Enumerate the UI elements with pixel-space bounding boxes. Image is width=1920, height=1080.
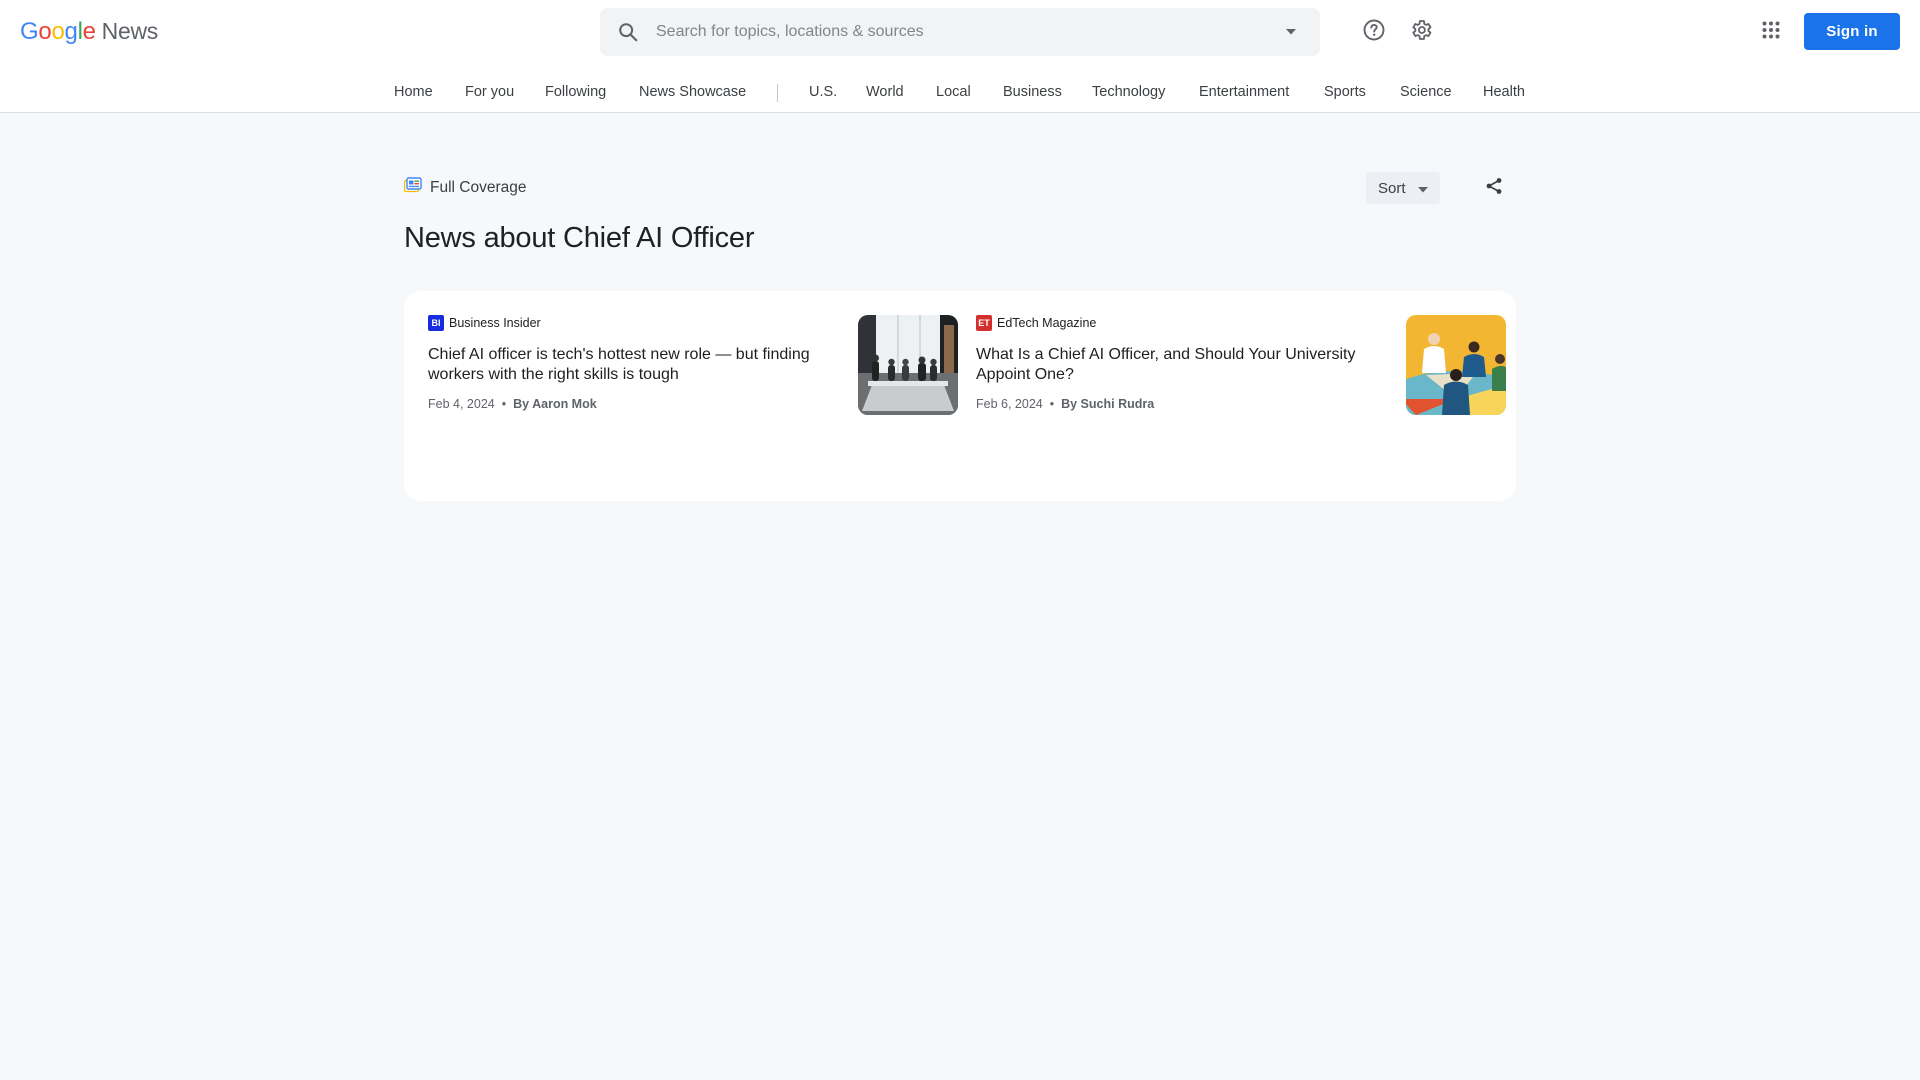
apps-button[interactable] bbox=[1751, 12, 1791, 52]
article-byline: By Suchi Rudra bbox=[1061, 397, 1155, 411]
google-wordmark: Google bbox=[20, 18, 96, 45]
settings-button[interactable] bbox=[1401, 12, 1441, 52]
google-news-logo[interactable]: Google News bbox=[20, 18, 158, 48]
article-thumbnail[interactable] bbox=[858, 315, 958, 415]
nav-health[interactable]: Health bbox=[1483, 84, 1525, 100]
meta-separator: • bbox=[1049, 397, 1055, 411]
full-coverage-label: Full Coverage bbox=[430, 178, 527, 196]
chevron-down-icon bbox=[1417, 180, 1428, 197]
nav-business[interactable]: Business bbox=[1003, 84, 1062, 100]
nav-technology[interactable]: Technology bbox=[1092, 84, 1165, 100]
article-thumbnail[interactable] bbox=[1406, 315, 1506, 415]
page-title: News about Chief AI Officer bbox=[404, 222, 755, 254]
nav-sports[interactable]: Sports bbox=[1324, 84, 1366, 100]
nav-science[interactable]: Science bbox=[1400, 84, 1452, 100]
nav-world[interactable]: World bbox=[866, 84, 904, 100]
news-wordmark: News bbox=[101, 18, 159, 44]
article-date: Feb 4, 2024 bbox=[428, 397, 495, 411]
article-headline[interactable]: What Is a Chief AI Officer, and Should Y… bbox=[976, 345, 1376, 385]
article-headline[interactable]: Chief AI officer is tech's hottest new r… bbox=[428, 345, 828, 385]
share-icon bbox=[1485, 177, 1503, 200]
gear-icon bbox=[1409, 18, 1433, 47]
topic-nav: Home For you Following News Showcase U.S… bbox=[0, 78, 1920, 112]
article-byline: By Aaron Mok bbox=[513, 397, 597, 411]
share-button[interactable] bbox=[1480, 172, 1508, 204]
chevron-down-icon[interactable] bbox=[1262, 28, 1320, 36]
article-date: Feb 6, 2024 bbox=[976, 397, 1043, 411]
sign-in-button[interactable]: Sign in bbox=[1804, 13, 1900, 50]
edtech-magazine-logo: ET bbox=[976, 315, 992, 331]
nav-divider bbox=[777, 84, 778, 102]
help-button[interactable] bbox=[1354, 12, 1394, 52]
nav-home[interactable]: Home bbox=[394, 84, 433, 100]
search-bar[interactable] bbox=[600, 8, 1320, 56]
article-card[interactable]: BI Business Insider Chief AI officer is … bbox=[428, 315, 958, 415]
sort-label: Sort bbox=[1378, 179, 1406, 197]
nav-news-showcase[interactable]: News Showcase bbox=[639, 84, 746, 100]
article-card[interactable]: ET EdTech Magazine What Is a Chief AI Of… bbox=[976, 315, 1506, 415]
source-name: Business Insider bbox=[449, 316, 541, 330]
nav-for-you[interactable]: For you bbox=[465, 84, 514, 100]
search-icon[interactable] bbox=[600, 21, 656, 43]
articles-card: BI Business Insider Chief AI officer is … bbox=[404, 291, 1516, 501]
source-name: EdTech Magazine bbox=[997, 316, 1097, 330]
top-header: Google News Sign in Home For you Followi… bbox=[0, 0, 1920, 113]
apps-grid-icon bbox=[1762, 21, 1780, 44]
help-icon bbox=[1362, 18, 1386, 47]
nav-entertainment[interactable]: Entertainment bbox=[1199, 84, 1289, 100]
full-coverage-icon bbox=[403, 177, 422, 198]
meta-separator: • bbox=[501, 397, 507, 411]
sort-button[interactable]: Sort bbox=[1366, 172, 1440, 204]
nav-us[interactable]: U.S. bbox=[809, 84, 837, 100]
business-insider-logo: BI bbox=[428, 315, 444, 331]
search-input[interactable] bbox=[656, 23, 1262, 41]
full-coverage-header: Full Coverage bbox=[403, 177, 527, 198]
nav-local[interactable]: Local bbox=[936, 84, 971, 100]
nav-following[interactable]: Following bbox=[545, 84, 606, 100]
